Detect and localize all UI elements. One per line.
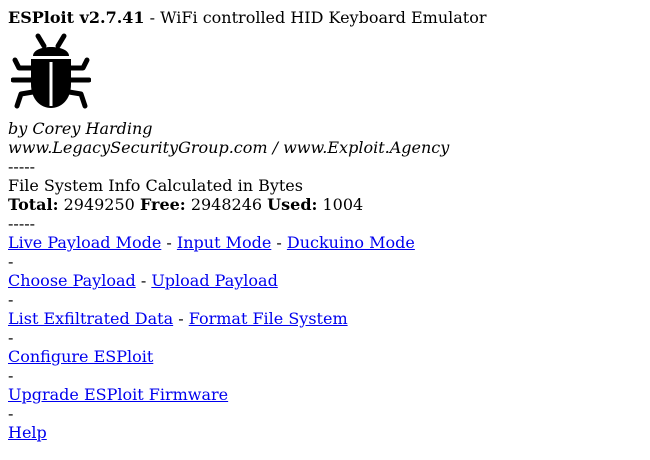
data-links-row: List Exfiltrated Data - Format File Syst…	[8, 309, 650, 328]
free-label: Free:	[139, 195, 186, 214]
author-text: by Corey Harding	[8, 119, 153, 138]
duckuino-mode-link[interactable]: Duckuino Mode	[287, 233, 415, 252]
format-file-system-link[interactable]: Format File System	[189, 309, 348, 328]
link-separator: -	[135, 271, 152, 290]
row-separator: -	[8, 366, 14, 385]
payload-links-row: Choose Payload - Upload Payload	[8, 271, 650, 290]
used-label: Used:	[267, 195, 318, 214]
divider: -----	[8, 157, 36, 176]
upload-payload-link[interactable]: Upload Payload	[151, 271, 278, 290]
row-separator: -	[8, 404, 14, 423]
row-separator: -	[8, 252, 14, 271]
filesystem-heading: File System Info Calculated in Bytes	[8, 176, 303, 195]
total-label: Total:	[8, 195, 59, 214]
author-credit: by Corey Harding	[8, 119, 650, 138]
row-separator: -	[8, 290, 14, 309]
free-value: 2948246	[190, 195, 263, 214]
bug-icon	[11, 33, 91, 109]
app-name: ESPloit v2.7.41	[8, 8, 145, 27]
live-payload-mode-link[interactable]: Live Payload Mode	[8, 233, 161, 252]
list-exfiltrated-data-link[interactable]: List Exfiltrated Data	[8, 309, 173, 328]
upgrade-firmware-link[interactable]: Upgrade ESPloit Firmware	[8, 385, 228, 404]
configure-esploit-link[interactable]: Configure ESPloit	[8, 347, 153, 366]
row-separator: -	[8, 328, 14, 347]
help-link[interactable]: Help	[8, 423, 47, 442]
choose-payload-link[interactable]: Choose Payload	[8, 271, 136, 290]
logo	[8, 32, 650, 119]
page: ESPloit v2.7.41 - WiFi controlled HID Ke…	[0, 0, 650, 442]
sites-credit: www.LegacySecurityGroup.com / www.Exploi…	[8, 138, 650, 157]
config-links-row: Configure ESPloit	[8, 347, 650, 366]
app-subtitle: WiFi controlled HID Keyboard Emulator	[160, 8, 487, 27]
header-separator: -	[144, 8, 161, 27]
help-links-row: Help	[8, 423, 650, 442]
total-value: 2949250	[63, 195, 135, 214]
input-mode-link[interactable]: Input Mode	[177, 233, 271, 252]
divider: -----	[8, 214, 36, 233]
link-separator: -	[271, 233, 287, 252]
upgrade-links-row: Upgrade ESPloit Firmware	[8, 385, 650, 404]
page-header: ESPloit v2.7.41 - WiFi controlled HID Ke…	[8, 8, 650, 27]
used-value: 1004	[322, 195, 364, 214]
link-separator: -	[161, 233, 177, 252]
link-separator: -	[173, 309, 189, 328]
mode-links-row: Live Payload Mode - Input Mode - Duckuin…	[8, 233, 650, 252]
filesystem-stats: Total: 2949250 Free: 2948246 Used: 1004	[8, 195, 650, 214]
sites-text: www.LegacySecurityGroup.com / www.Exploi…	[8, 138, 450, 157]
